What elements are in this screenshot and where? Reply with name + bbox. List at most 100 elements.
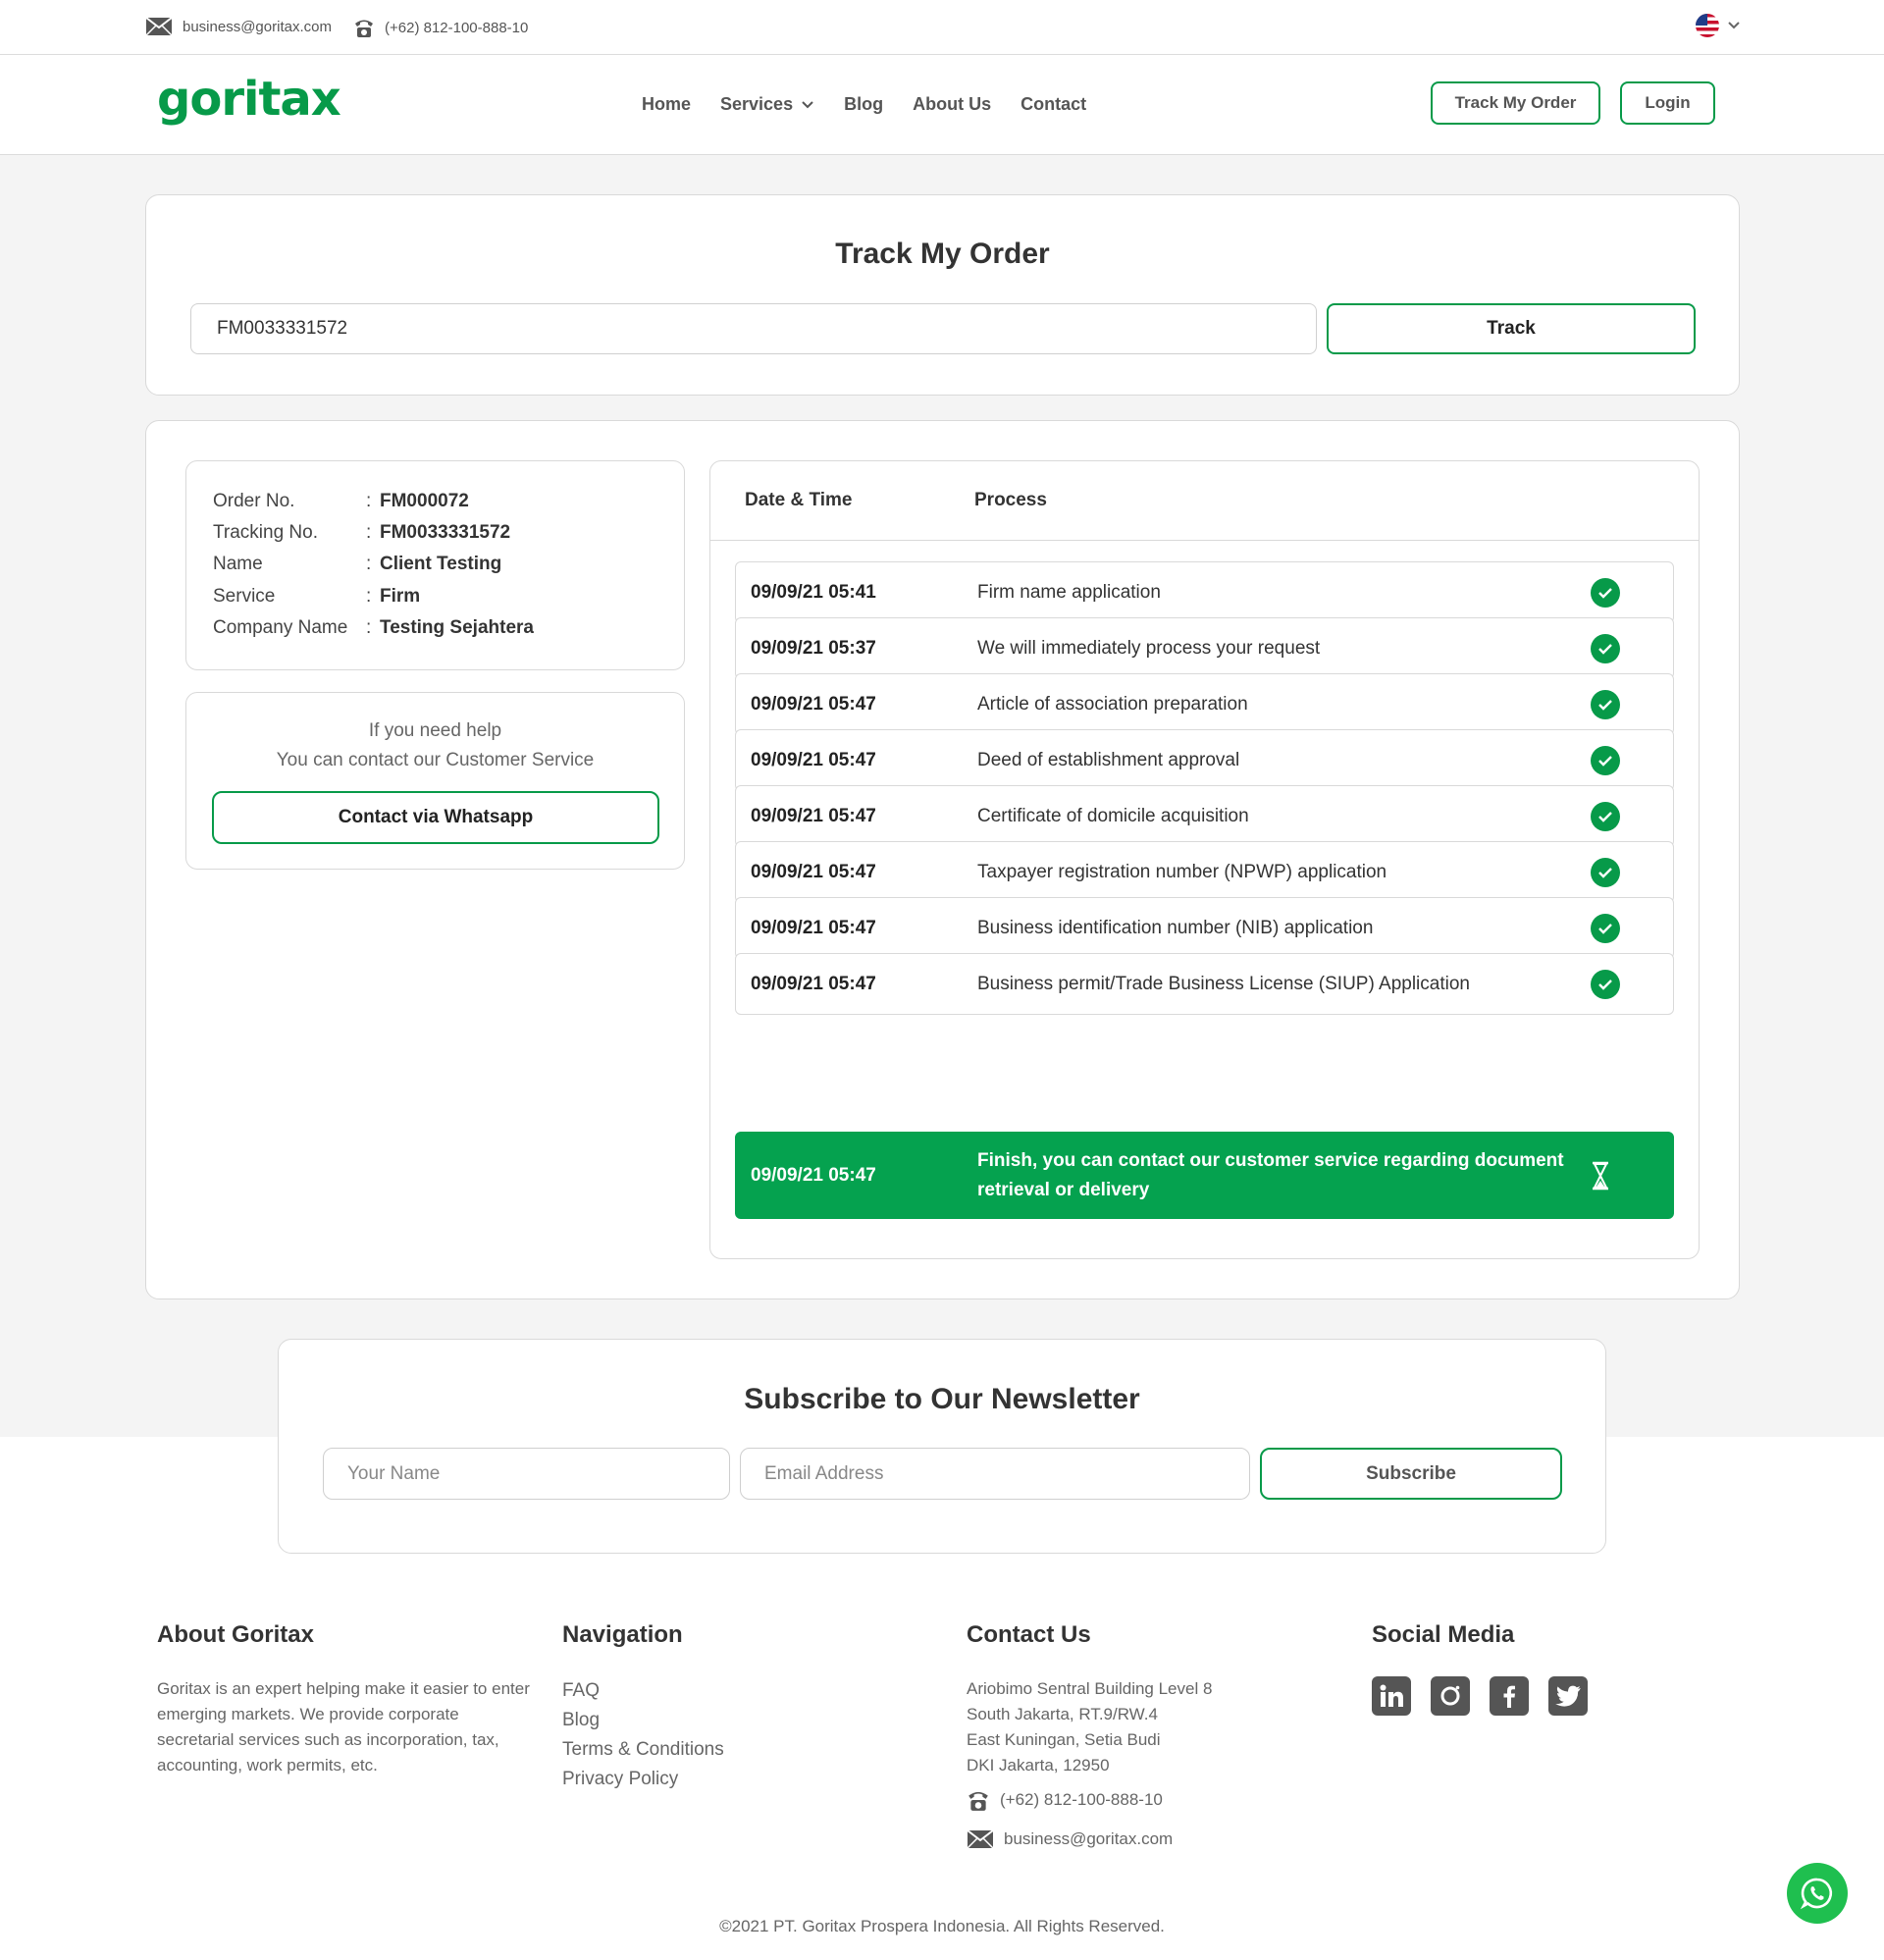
order-info-row: Order No. : FM000072 [213,491,469,512]
order-info-row: Company Name : Testing Sejahtera [213,617,534,639]
phone-icon [355,20,373,37]
order-info-separator: : [366,491,372,511]
language-selector[interactable] [1696,14,1741,37]
footer-contact-title: Contact Us [967,1621,1091,1648]
order-info-label: Service [213,586,276,607]
order-info-separator: : [366,586,372,607]
check-circle-icon [1591,745,1620,775]
help-line-2: You can contact our Customer Service [276,750,595,770]
contact-whatsapp-button[interactable]: Contact via Whatsapp [212,791,659,844]
order-info-label: Name [213,554,263,574]
footer-phone-text: (+62) 812-100-888-10 [1000,1790,1163,1809]
order-info-label: Company Name [213,617,348,638]
footer-email[interactable]: business@goritax.com [967,1829,1212,1849]
step-process: Deed of establishment approval [977,749,1240,770]
process-step-row: 09/09/21 05:47 Taxpayer registration numb… [735,841,1674,903]
step-process: Business permit/Trade Business License (… [977,973,1470,994]
chevron-down-icon [802,100,813,108]
topbar-phone[interactable]: (+62) 812-100-888-10 [353,17,528,38]
footer-social: Social Media [1372,1621,1588,1716]
newsletter-name-input[interactable] [323,1448,730,1500]
footer-link-privacy[interactable]: Privacy Policy [562,1765,724,1794]
footer-address-line: East Kuningan, Setia Budi [967,1730,1161,1749]
nav-home[interactable]: Home [642,94,691,115]
phone-icon [968,1791,988,1811]
login-button[interactable]: Login [1620,81,1715,125]
nav-contact[interactable]: Contact [1020,94,1086,115]
topbar-phone-text: (+62) 812-100-888-10 [385,19,529,36]
linkedin-icon[interactable] [1372,1676,1411,1716]
order-info-row: Name : Client Testing [213,554,501,575]
step-process: We will immediately process your request [977,637,1321,659]
nav-services-label: Services [720,94,794,114]
header-date-time: Date & Time [745,490,853,510]
topbar-email[interactable]: business@goritax.com [145,17,332,36]
order-info-separator: : [366,617,372,638]
footer-social-title: Social Media [1372,1621,1515,1648]
final-step-row: 09/09/21 05:47 Finish, you can contact o… [735,1132,1674,1219]
footer-about-title: About Goritax [157,1621,314,1648]
nav-blog[interactable]: Blog [844,94,883,115]
top-contact-bar: business@goritax.com (+62) 812-100-888-1… [0,0,1884,55]
step-datetime: 09/09/21 05:47 [751,749,876,770]
facebook-icon[interactable] [1490,1676,1529,1716]
footer-email-text: business@goritax.com [1004,1829,1174,1848]
footer-link-faq[interactable]: FAQ [562,1676,724,1706]
nav-about-us[interactable]: About Us [913,94,991,115]
process-step-row: 09/09/21 05:41 Firm name application [735,561,1674,623]
step-process: Business identification number (NIB) app… [977,917,1374,938]
envelope-icon [145,17,173,36]
process-step-row: 09/09/21 05:47 Certificate of domicile ac… [735,785,1674,847]
newsletter-title: Subscribe to Our Newsletter [744,1383,1140,1415]
step-datetime: 09/09/21 05:47 [751,693,876,715]
process-step-row: 09/09/21 05:47 Deed of establishment appr… [735,729,1674,791]
step-datetime: 09/09/21 05:47 [751,917,876,938]
check-circle-icon [1591,633,1620,663]
order-info-row: Service : Firm [213,586,420,608]
nav-services[interactable]: Services [720,94,814,115]
track-order-card: Track My Order FM0033331572 Track [145,194,1740,396]
chevron-down-icon [1728,22,1740,29]
step-datetime: 09/09/21 05:47 [751,861,876,882]
check-circle-icon [1591,577,1620,608]
newsletter-card: Subscribe to Our Newsletter Subscribe [278,1339,1606,1554]
footer-nav-title: Navigation [562,1621,683,1648]
whatsapp-float-button[interactable] [1787,1863,1848,1924]
twitter-icon[interactable] [1548,1676,1588,1716]
step-process: Taxpayer registration number (NPWP) appl… [977,861,1387,882]
process-table-header: Date & Time Process [710,461,1699,541]
tracking-number-value: FM0033331572 [217,318,348,339]
check-circle-icon [1591,857,1620,887]
check-circle-icon [1591,969,1620,999]
goritax-logo[interactable]: goritax [157,72,341,127]
footer-link-terms[interactable]: Terms & Conditions [562,1735,724,1765]
order-info-value: Firm [380,586,421,607]
footer-link-blog[interactable]: Blog [562,1706,724,1735]
nav-links: Home Services Blog About Us Contact [642,94,1086,115]
step-datetime: 09/09/21 05:37 [751,637,876,659]
topbar-email-text: business@goritax.com [183,18,332,35]
newsletter-email-input[interactable] [740,1448,1250,1500]
step-process: Finish, you can contact our customer ser… [977,1149,1564,1200]
process-step-row: 09/09/21 05:47 Business identification nu… [735,897,1674,959]
track-my-order-button[interactable]: Track My Order [1431,81,1600,125]
footer-address-line: Ariobimo Sentral Building Level 8 [967,1679,1213,1698]
instagram-icon[interactable] [1431,1676,1470,1716]
subscribe-button[interactable]: Subscribe [1260,1448,1562,1500]
process-timeline-card: Date & Time Process 09/09/21 05:41 Firm n… [709,460,1700,1259]
footer-contact: Contact Us Ariobimo Sentral Building Lev… [967,1621,1212,1849]
process-step-row: 09/09/21 05:47 Article of association pre… [735,673,1674,735]
order-info-card: Order No. : FM000072 Tracking No. : FM00… [185,460,685,670]
footer-phone[interactable]: (+62) 812-100-888-10 [967,1788,1212,1812]
footer-navigation: Navigation FAQ Blog Terms & Conditions P… [562,1621,724,1794]
step-datetime: 09/09/21 05:47 [751,805,876,826]
order-info-value: FM000072 [380,491,469,511]
track-title: Track My Order [835,238,1050,270]
envelope-icon [967,1829,994,1849]
track-button[interactable]: Track [1327,303,1696,354]
process-step-row: 09/09/21 05:47 Business permit/Trade Busi… [735,953,1674,1015]
main-navbar: goritax Home Services Blog About Us Cont… [0,55,1884,155]
tracking-number-input[interactable]: FM0033331572 [190,303,1317,354]
check-circle-icon [1591,801,1620,831]
help-card: If you need help You can contact our Cus… [185,692,685,870]
